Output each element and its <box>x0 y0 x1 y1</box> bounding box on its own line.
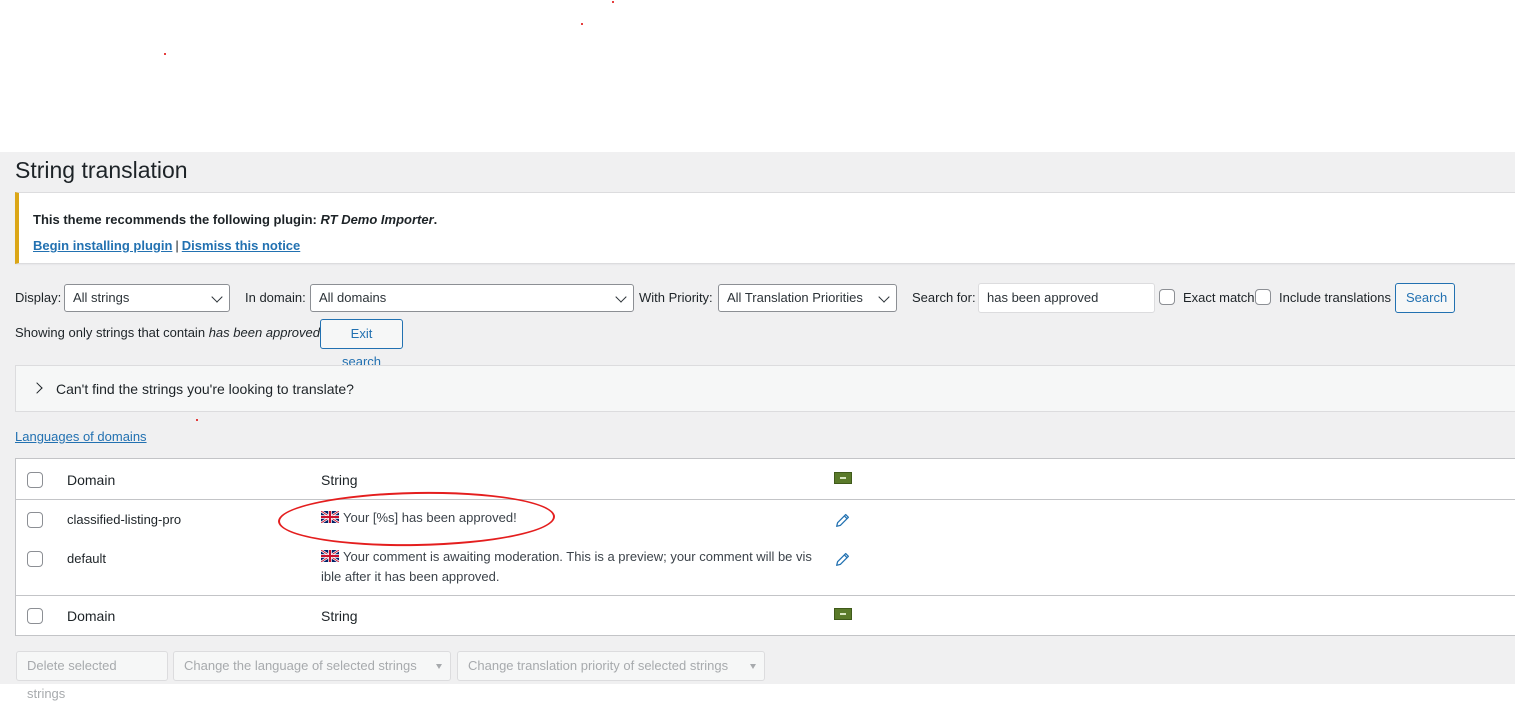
stray-mark <box>164 53 166 55</box>
column-header-string[interactable]: String <box>321 472 358 488</box>
select-all-checkbox-footer[interactable] <box>27 608 43 624</box>
domain-label: In domain: <box>245 290 306 305</box>
begin-installing-link[interactable]: Begin installing plugin <box>33 238 172 253</box>
exit-search-button[interactable]: Exit search <box>320 319 403 369</box>
blank-top-area <box>0 0 1515 152</box>
change-language-select[interactable]: Change the language of selected strings <box>173 651 451 681</box>
link-separator: | <box>175 238 179 253</box>
accordion-label: Can't find the strings you're looking to… <box>56 381 354 397</box>
chevron-right-icon <box>31 382 43 394</box>
header-divider <box>16 499 1515 500</box>
edit-translation-icon[interactable] <box>834 550 852 568</box>
language-flag-icon <box>834 608 852 620</box>
row-checkbox[interactable] <box>27 512 43 528</box>
cant-find-strings-accordion[interactable]: Can't find the strings you're looking to… <box>15 365 1515 412</box>
domain-select[interactable]: All domains <box>310 284 634 312</box>
uk-flag-icon <box>321 550 339 562</box>
display-select[interactable]: All strings <box>64 284 230 312</box>
uk-flag-icon <box>321 511 339 523</box>
include-translations-label: Include translations <box>1279 290 1392 305</box>
stray-mark <box>196 419 198 421</box>
strings-table: Domain String classified-listing-pro You… <box>15 458 1515 636</box>
caret-down-icon <box>750 664 756 669</box>
search-term: has been approved <box>208 325 320 340</box>
row-string: Your comment is awaiting moderation. Thi… <box>321 549 812 584</box>
chevron-down-icon <box>211 291 223 303</box>
column-header-domain[interactable]: Domain <box>67 472 115 488</box>
exact-match-label: Exact match <box>1183 290 1255 305</box>
row-domain: classified-listing-pro <box>67 512 182 527</box>
change-priority-select[interactable]: Change translation priority of selected … <box>457 651 765 681</box>
search-button[interactable]: Search <box>1395 283 1455 313</box>
priority-select[interactable]: All Translation Priorities <box>718 284 897 312</box>
row-checkbox[interactable] <box>27 551 43 567</box>
chevron-down-icon <box>878 291 890 303</box>
notice-text: This theme recommends the following plug… <box>33 212 438 227</box>
delete-selected-strings-button[interactable]: Delete selected strings <box>16 651 168 701</box>
select-all-checkbox[interactable] <box>27 472 43 488</box>
caret-down-icon <box>436 664 442 669</box>
stray-mark <box>581 23 583 25</box>
search-status-text: Showing only strings that contain has be… <box>15 325 320 340</box>
column-footer-domain[interactable]: Domain <box>67 608 115 624</box>
chevron-down-icon <box>615 291 627 303</box>
stray-mark <box>612 1 614 3</box>
exact-match-checkbox[interactable] <box>1159 289 1175 305</box>
row-string: Your [%s] has been approved! <box>321 508 517 528</box>
dismiss-notice-link[interactable]: Dismiss this notice <box>182 238 300 253</box>
column-footer-string[interactable]: String <box>321 608 358 624</box>
edit-translation-icon[interactable] <box>834 511 852 529</box>
notice-links: Begin installing plugin | Dismiss this not… <box>33 238 300 253</box>
row-domain: default <box>67 551 107 566</box>
search-label: Search for: <box>912 290 976 305</box>
display-label: Display: <box>15 290 62 305</box>
search-input[interactable]: has been approved <box>978 283 1155 313</box>
language-flag-icon <box>834 472 852 484</box>
include-translations-checkbox[interactable] <box>1255 289 1271 305</box>
plugin-name: RT Demo Importer <box>320 212 434 227</box>
priority-label: With Priority: <box>639 290 713 305</box>
page-title: String translation <box>15 157 188 183</box>
footer-divider <box>16 595 1515 596</box>
languages-of-domains-link[interactable]: Languages of domains <box>15 429 147 444</box>
plugin-notice: This theme recommends the following plug… <box>15 192 1515 264</box>
